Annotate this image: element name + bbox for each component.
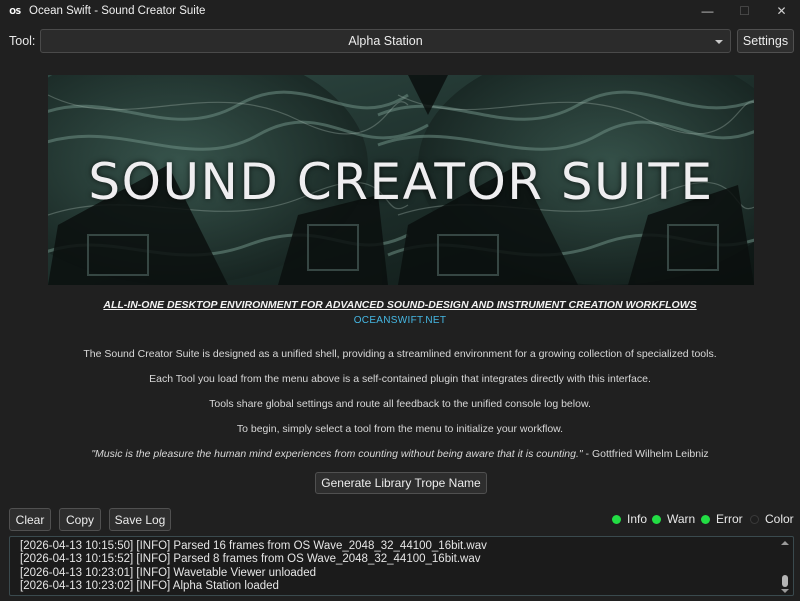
scroll-down-icon[interactable] (781, 589, 789, 593)
close-icon: ✕ (776, 4, 787, 18)
tool-label: Tool: (9, 34, 36, 48)
maximize-button[interactable]: ☐ (726, 0, 763, 22)
minimize-button[interactable]: — (689, 0, 726, 22)
settings-button[interactable]: Settings (737, 29, 794, 53)
status-dot-icon (612, 514, 621, 524)
banner-image: SOUND CREATOR SUITE (48, 75, 754, 285)
description-paragraph: Tools share global settings and route al… (209, 398, 591, 410)
maximize-icon: ☐ (739, 4, 750, 18)
tool-row: Tool: Alpha Station Settings (0, 29, 800, 53)
filter-error-label: Error (716, 512, 743, 526)
console-scrollbar[interactable] (781, 541, 789, 593)
log-lines: [2026-04-13 10:15:50] [INFO] Parsed 16 f… (20, 540, 487, 594)
console-log[interactable]: [2026-04-13 10:15:50] [INFO] Parsed 16 f… (9, 536, 794, 596)
clear-log-button[interactable]: Clear (9, 508, 51, 531)
filter-warn-label: Warn (667, 512, 696, 526)
filter-info-label: Info (627, 512, 648, 526)
scrollbar-thumb[interactable] (782, 575, 788, 587)
banner-title: SOUND CREATOR SUITE (88, 153, 714, 211)
log-line: [2026-04-13 10:15:50] [INFO] Parsed 16 f… (20, 540, 487, 552)
minimize-icon: — (701, 4, 714, 18)
filter-error[interactable]: Error (701, 512, 743, 526)
filter-info[interactable]: Info (612, 512, 647, 526)
log-line: [2026-04-13 10:15:52] [INFO] Parsed 8 fr… (20, 553, 481, 566)
close-button[interactable]: ✕ (763, 0, 800, 22)
status-dot-icon (750, 514, 759, 524)
tool-select-value: Alpha Station (348, 34, 423, 48)
tagline: ALL-IN-ONE DESKTOP ENVIRONMENT FOR ADVAN… (103, 299, 697, 311)
filter-warn[interactable]: Warn (652, 512, 695, 526)
tool-select-dropdown[interactable]: Alpha Station (40, 29, 731, 53)
app-logo-icon: OS (9, 6, 21, 16)
title-bar: OS Ocean Swift - Sound Creator Suite — ☐… (0, 0, 800, 22)
generate-trope-name-button[interactable]: Generate Library Trope Name (315, 472, 487, 494)
save-log-button[interactable]: Save Log (109, 508, 171, 531)
log-line: [2026-04-13 10:23:02] [INFO] Alpha Stati… (20, 580, 279, 593)
log-line: [2026-04-13 10:23:01] [INFO] Wavetable V… (20, 566, 316, 579)
description-paragraph: The Sound Creator Suite is designed as a… (83, 348, 717, 360)
scroll-up-icon[interactable] (781, 541, 789, 545)
quote-author: - Gottfried Wilhelm Leibniz (582, 448, 709, 460)
window-title: Ocean Swift - Sound Creator Suite (29, 5, 206, 17)
description-paragraph: To begin, simply select a tool from the … (236, 423, 564, 435)
website-link[interactable]: OCEANSWIFT.NET (0, 315, 800, 326)
status-dot-icon (701, 514, 710, 524)
copy-log-button[interactable]: Copy (59, 508, 101, 531)
filter-color-label: Color (765, 512, 794, 526)
window-controls: — ☐ ✕ (689, 0, 800, 22)
chevron-down-icon (715, 40, 723, 44)
filter-color[interactable]: Color (750, 512, 794, 526)
description-paragraph: Each Tool you load from the menu above i… (149, 373, 651, 385)
quote-text: "Music is the pleasure the human mind ex… (91, 448, 583, 460)
status-dot-icon (652, 514, 661, 524)
quote: "Music is the pleasure the human mind ex… (0, 448, 800, 460)
